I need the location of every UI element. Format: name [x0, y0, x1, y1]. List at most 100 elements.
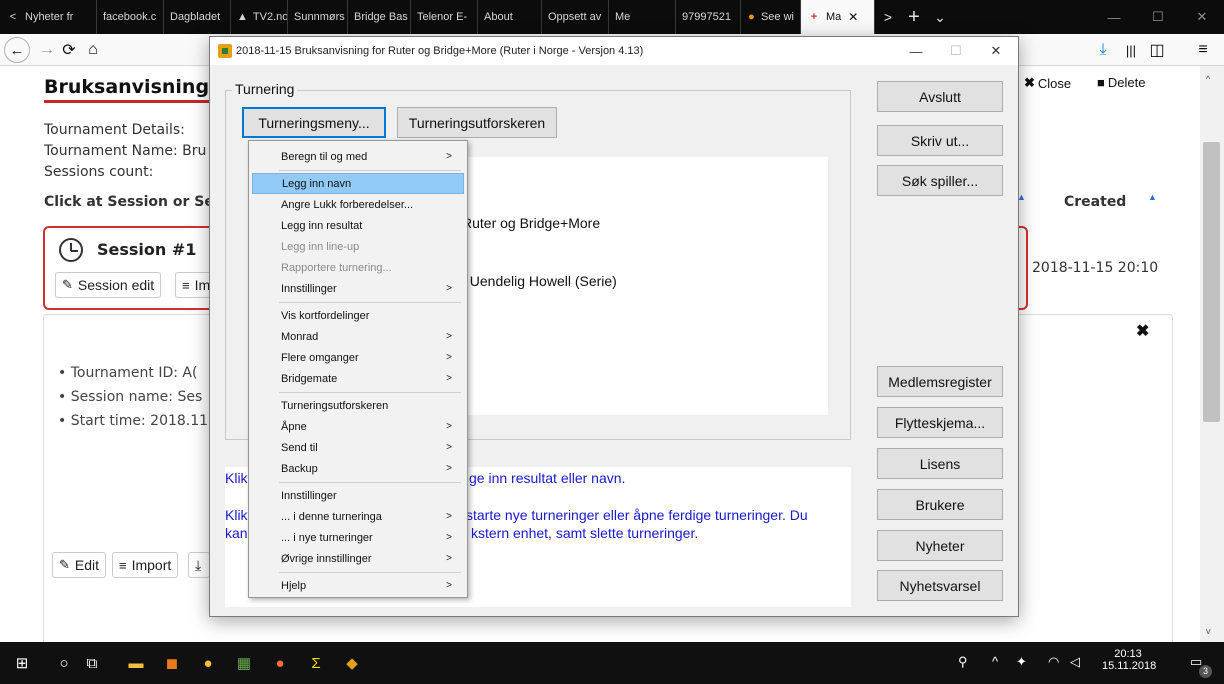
tab-about[interactable]: About: [478, 0, 542, 34]
menu-item-angre-lukk[interactable]: Angre Lukk forberedelser...: [252, 194, 464, 215]
nyheter-button[interactable]: Nyheter: [877, 530, 1003, 561]
tab-sunnmors[interactable]: Sunnmørs: [288, 0, 348, 34]
menu-item-send-til[interactable]: Send til >: [252, 437, 464, 458]
menu-item-ovrige-innstillinger[interactable]: Øvrige innstillinger >: [252, 548, 464, 569]
scroll-down-icon[interactable]: v: [1206, 626, 1211, 636]
home-icon[interactable]: ⌂: [80, 37, 106, 63]
tab-bridge-bas[interactable]: Bridge Bas: [348, 0, 411, 34]
tab-me[interactable]: Me: [609, 0, 676, 34]
back-arrow-icon[interactable]: ←: [4, 37, 30, 63]
lisens-button[interactable]: Lisens: [877, 448, 1003, 479]
window-minimize-button[interactable]: —: [1092, 0, 1136, 34]
tab-list-button[interactable]: ⌄: [927, 0, 953, 34]
dropbox-icon[interactable]: ✦: [1016, 654, 1027, 670]
search-icon[interactable]: ○: [52, 651, 76, 675]
sidebar-toggle-icon[interactable]: ◫: [1144, 37, 1170, 63]
menu-item-nye-turneringer[interactable]: ... i nye turneringer >: [252, 527, 464, 548]
close-x-icon[interactable]: ✖: [1136, 321, 1149, 341]
download-icon[interactable]: ⤓: [1090, 37, 1116, 63]
menu-item-rapportere[interactable]: Rapportere turnering...: [252, 257, 464, 278]
tab-97997521[interactable]: 97997521: [676, 0, 741, 34]
turnering-group-label: Turnering: [232, 81, 298, 97]
app-icon[interactable]: ▦: [232, 651, 256, 675]
menu-separator: [279, 170, 461, 171]
menu-item-legg-inn-navn[interactable]: Legg inn navn: [252, 173, 464, 194]
scroll-up-icon[interactable]: ^: [1206, 74, 1210, 84]
menu-item-denne-turneringa[interactable]: ... i denne turneringa >: [252, 506, 464, 527]
ruter-app-icon[interactable]: ◆: [340, 651, 364, 675]
turneringsutforskeren-button[interactable]: Turneringsutforskeren: [397, 107, 557, 138]
menu-item-hjelp[interactable]: Hjelp >: [252, 575, 464, 596]
delete-page-button[interactable]: ■ Delete: [1097, 75, 1145, 90]
menu-item-monrad[interactable]: Monrad >: [252, 326, 464, 347]
window-close-button[interactable]: ✕: [1180, 0, 1224, 34]
medlemsregister-button[interactable]: Medlemsregister: [877, 366, 1003, 397]
page-scrollbar[interactable]: ^ v: [1200, 66, 1224, 642]
hamburger-menu-icon[interactable]: ≡: [1190, 37, 1216, 63]
firefox-icon[interactable]: ●: [268, 651, 292, 675]
submenu-arrow-icon: >: [446, 331, 452, 342]
menu-item-beregn[interactable]: Beregn til og med >: [252, 146, 464, 167]
session-import-button[interactable]: ≡ Im: [175, 272, 211, 298]
volume-icon[interactable]: ◁: [1070, 654, 1080, 670]
new-tab-button[interactable]: +: [901, 0, 927, 34]
edit-button[interactable]: ✎ Edit: [52, 552, 107, 578]
menu-item-flere-omganger[interactable]: Flere omganger >: [252, 347, 464, 368]
submenu-arrow-icon: >: [446, 352, 452, 363]
tab-ma-active[interactable]: + Ma ✕: [801, 0, 875, 34]
flytteskjema-button[interactable]: Flytteskjema...: [877, 407, 1003, 438]
tab-telenor[interactable]: Telenor E-: [411, 0, 478, 34]
windows-start-icon[interactable]: ⊞: [10, 651, 34, 675]
chrome-icon[interactable]: ●: [196, 651, 220, 675]
download-button[interactable]: ⤓: [188, 552, 210, 578]
clock[interactable]: 20:13 15.11.2018: [1102, 648, 1157, 672]
brukere-button[interactable]: Brukere: [877, 489, 1003, 520]
reload-icon[interactable]: ⟳: [56, 37, 82, 63]
task-view-icon[interactable]: ⧉: [80, 651, 104, 675]
menu-item-vis-kortfordelinger[interactable]: Vis kortfordelinger: [252, 305, 464, 326]
turneringsmeny-button[interactable]: Turneringsmeny...: [242, 107, 386, 138]
dialog-close-button[interactable]: ✕: [976, 37, 1016, 65]
wifi-icon[interactable]: ◠: [1048, 654, 1059, 670]
tab-overflow-button[interactable]: >: [875, 0, 901, 34]
created-column-header[interactable]: Created: [1064, 194, 1126, 210]
import-button[interactable]: ≡ Import: [112, 552, 179, 578]
menu-item-apne[interactable]: Åpne >: [252, 416, 464, 437]
file-explorer-icon[interactable]: ▬: [124, 651, 148, 675]
people-icon[interactable]: ⚲: [958, 654, 968, 670]
tab-dagbladet[interactable]: Dagbladet: [164, 0, 231, 34]
session-edit-button[interactable]: ✎ Session edit: [55, 272, 162, 298]
session-title: Session #1: [97, 240, 197, 259]
clock-date: 15.11.2018: [1102, 660, 1157, 672]
dialog-minimize-button[interactable]: —: [896, 37, 936, 65]
menu-item-turneringsutforskeren[interactable]: Turneringsutforskeren: [252, 395, 464, 416]
sok-spiller-button[interactable]: Søk spiller...: [877, 165, 1003, 196]
menu-item-legg-inn-resultat[interactable]: Legg inn resultat: [252, 215, 464, 236]
edit-icon: ✎: [59, 557, 70, 572]
sigma-app-icon[interactable]: Σ: [304, 651, 328, 675]
nyhetsvarsel-button[interactable]: Nyhetsvarsel: [877, 570, 1003, 601]
menu-item-legg-inn-line-up[interactable]: Legg inn line-up: [252, 236, 464, 257]
help-text-line: Klik: [225, 507, 248, 523]
tab-tv2[interactable]: ▲ TV2.no: [231, 0, 288, 34]
menu-item-innstillinger[interactable]: Innstillinger >: [252, 278, 464, 299]
tab-see-wi[interactable]: ● See wi: [741, 0, 801, 34]
sort-up-icon[interactable]: ▲: [1148, 192, 1157, 202]
edit-icon: ✎: [62, 277, 73, 292]
office-icon[interactable]: ◼: [160, 651, 184, 675]
library-icon[interactable]: |||: [1118, 37, 1144, 63]
menu-item-backup[interactable]: Backup >: [252, 458, 464, 479]
firefox-icon: ●: [748, 11, 755, 23]
avslutt-button[interactable]: Avslutt: [877, 81, 1003, 112]
tab-oppsett[interactable]: Oppsett av: [542, 0, 609, 34]
close-page-button[interactable]: ✖ Close: [1024, 75, 1071, 91]
tab-nyheter[interactable]: < Nyheter fr: [0, 0, 97, 34]
dialog-maximize-button[interactable]: ☐: [936, 37, 976, 65]
scrollbar-thumb[interactable]: [1203, 142, 1220, 422]
tab-facebook[interactable]: facebook.c: [97, 0, 164, 34]
menu-item-bridgemate[interactable]: Bridgemate >: [252, 368, 464, 389]
close-tab-icon[interactable]: ✕: [848, 10, 858, 24]
window-maximize-button[interactable]: ☐: [1136, 0, 1180, 34]
tray-expand-icon[interactable]: ^: [992, 654, 998, 669]
skriv-ut-button[interactable]: Skriv ut...: [877, 125, 1003, 156]
